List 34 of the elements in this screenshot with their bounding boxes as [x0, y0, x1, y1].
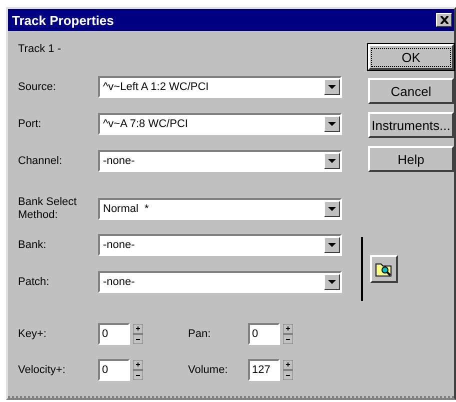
dropdown-field[interactable]: Normal *: [98, 198, 342, 220]
number-field[interactable]: 0: [98, 359, 130, 381]
field-label: Key+:: [18, 328, 48, 340]
dialog-button[interactable]: OK: [368, 44, 454, 70]
field-label: Pan:: [188, 328, 212, 340]
browse-button[interactable]: [370, 255, 398, 283]
dialog-button[interactable]: Help: [368, 146, 454, 172]
field-label: Patch:: [18, 276, 50, 288]
field-label: Bank Select Method:: [18, 196, 78, 222]
spinner-arrows-icon[interactable]: [133, 360, 143, 380]
spinner-arrows-icon[interactable]: [283, 324, 293, 344]
folder-search-icon: [375, 261, 393, 277]
close-button[interactable]: [436, 13, 452, 27]
spinner-arrows-icon[interactable]: [133, 324, 143, 344]
number-field[interactable]: 0: [98, 323, 130, 345]
number-field[interactable]: 0: [248, 323, 280, 345]
dropdown-field[interactable]: -none-: [98, 271, 342, 293]
dialog-button[interactable]: Cancel: [368, 78, 454, 104]
field-label: Source:: [18, 81, 57, 93]
field-label: Channel:: [18, 155, 64, 167]
field-label: Velocity+:: [18, 364, 66, 376]
track-label: Track 1 -: [18, 43, 61, 55]
number-field[interactable]: 127: [248, 359, 280, 381]
dropdown-field[interactable]: -none-: [98, 234, 342, 256]
field-label: Port:: [18, 118, 42, 130]
dialog-button[interactable]: Instruments...: [368, 112, 454, 138]
dropdown-field[interactable]: ^v~Left A 1:2 WC/PCI: [98, 76, 342, 98]
field-label: Bank:: [18, 239, 48, 251]
close-icon: [440, 16, 448, 24]
dropdown-field[interactable]: -none-: [98, 150, 342, 172]
spinner-arrows-icon[interactable]: [283, 360, 293, 380]
field-label: Volume:: [188, 364, 229, 376]
window-title: Track Properties: [12, 12, 114, 28]
dropdown-field[interactable]: ^v~A 7:8 WC/PCI: [98, 113, 342, 135]
